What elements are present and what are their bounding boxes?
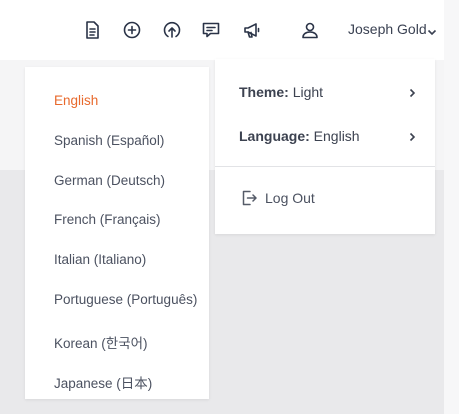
chevron-right-icon	[406, 86, 418, 98]
language-setting: Language: English	[239, 128, 360, 144]
theme-label: Theme:	[239, 84, 289, 100]
language-option-spanish[interactable]: Spanish (Español)	[54, 133, 164, 148]
language-option-english[interactable]: English	[54, 93, 98, 108]
chevron-down-icon[interactable]	[426, 25, 438, 37]
language-option-italian[interactable]: Italian (Italiano)	[54, 252, 146, 267]
language-menu: English Spanish (Español) German (Deutsc…	[25, 67, 209, 399]
language-value: English	[313, 128, 360, 144]
theme-setting: Theme: Light	[239, 84, 323, 100]
user-icon[interactable]	[299, 19, 321, 41]
top-toolbar: Joseph Gold	[0, 16, 459, 44]
language-option-japanese[interactable]: Japanese (日本)	[54, 372, 152, 392]
document-icon[interactable]	[81, 19, 103, 41]
logout-icon	[239, 188, 259, 208]
language-menu-item[interactable]: Language: English	[215, 121, 435, 151]
language-option-french[interactable]: French (Français)	[54, 212, 161, 227]
upload-icon[interactable]	[161, 19, 183, 41]
language-option-portuguese[interactable]: Portuguese (Português)	[54, 292, 197, 307]
account-menu: Theme: Light Language: English Log Out	[215, 59, 435, 234]
chevron-right-icon	[406, 130, 418, 142]
chat-icon[interactable]	[200, 19, 222, 41]
language-option-german[interactable]: German (Deutsch)	[54, 173, 165, 188]
language-option-korean[interactable]: Korean (한국어)	[54, 332, 148, 352]
logout-label: Log Out	[265, 190, 315, 206]
theme-menu-item[interactable]: Theme: Light	[215, 77, 435, 107]
theme-value: Light	[292, 84, 324, 100]
menu-divider	[215, 166, 435, 167]
user-name[interactable]: Joseph Gold	[348, 21, 427, 37]
megaphone-icon[interactable]	[241, 19, 263, 41]
add-circle-icon[interactable]	[121, 19, 143, 41]
scrollbar-track[interactable]	[444, 0, 459, 414]
language-label: Language:	[239, 128, 310, 144]
